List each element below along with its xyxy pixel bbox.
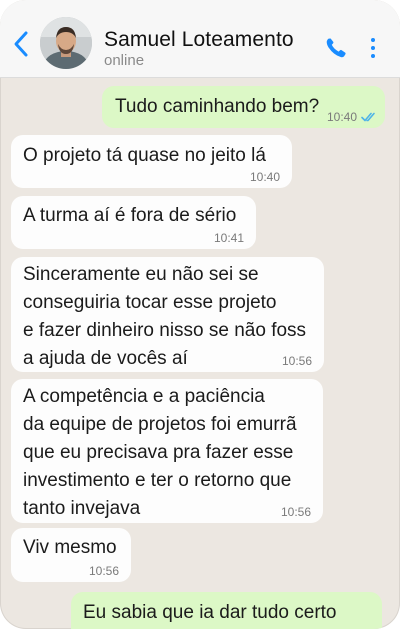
more-vertical-icon[interactable] xyxy=(366,34,380,62)
contact-photo xyxy=(40,17,92,69)
message-text-line: e fazer dinheiro nisso se não foss xyxy=(23,320,307,341)
message-bubble-incoming[interactable]: Viv mesmo 10:56 xyxy=(11,528,131,582)
chat-header: Samuel Loteamento online xyxy=(0,0,400,78)
message-time: 10:56 xyxy=(88,564,119,578)
message-text: Viv mesmo xyxy=(23,537,117,558)
message-time: 10:41 xyxy=(213,231,244,245)
message-bubble-outgoing[interactable]: Eu sabia que ia dar tudo certo xyxy=(71,592,382,629)
message-text: A turma aí é fora de sério xyxy=(23,205,237,226)
message-text: O projeto tá quase no jeito lá xyxy=(23,145,266,166)
message-text-line: que eu precisava pra fazer esse xyxy=(23,442,294,463)
message-bubble-incoming[interactable]: O projeto tá quase no jeito lá 10:40 xyxy=(11,135,292,188)
message-text-line: tanto invejava xyxy=(23,498,141,519)
message-bubble-outgoing[interactable]: Tudo caminhando bem? 10:40 xyxy=(102,86,385,128)
message-time: 10:56 xyxy=(280,505,311,519)
message-text-line: da equipe de projetos foi emurrã xyxy=(23,414,297,435)
message-time: 10:56 xyxy=(281,354,312,368)
phone-icon[interactable] xyxy=(324,36,348,60)
contact-status: online xyxy=(104,52,145,69)
chat-screen: Samuel Loteamento online Tudo caminhando… xyxy=(0,0,400,629)
contact-name[interactable]: Samuel Loteamento xyxy=(104,28,294,52)
back-chevron-icon[interactable] xyxy=(12,30,30,58)
message-bubble-incoming[interactable]: A competência e a paciência da equipe de… xyxy=(11,379,323,523)
message-text-line: conseguiria tocar esse projeto xyxy=(23,292,277,313)
message-text-line: a ajuda de vocês aí xyxy=(23,348,188,369)
avatar[interactable] xyxy=(40,17,92,69)
message-time: 10:40 xyxy=(326,110,357,124)
message-time: 10:40 xyxy=(249,170,280,184)
message-text: Eu sabia que ia dar tudo certo xyxy=(83,602,337,623)
message-text-line: A competência e a paciência xyxy=(23,386,265,407)
double-check-icon xyxy=(361,112,375,122)
message-text-line: Sinceramente eu não sei se xyxy=(23,264,259,285)
message-bubble-incoming[interactable]: Sinceramente eu não sei se conseguiria t… xyxy=(11,257,324,372)
message-text-line: investimento e ter o retorno que xyxy=(23,470,292,491)
message-bubble-incoming[interactable]: A turma aí é fora de sério 10:41 xyxy=(11,196,256,249)
